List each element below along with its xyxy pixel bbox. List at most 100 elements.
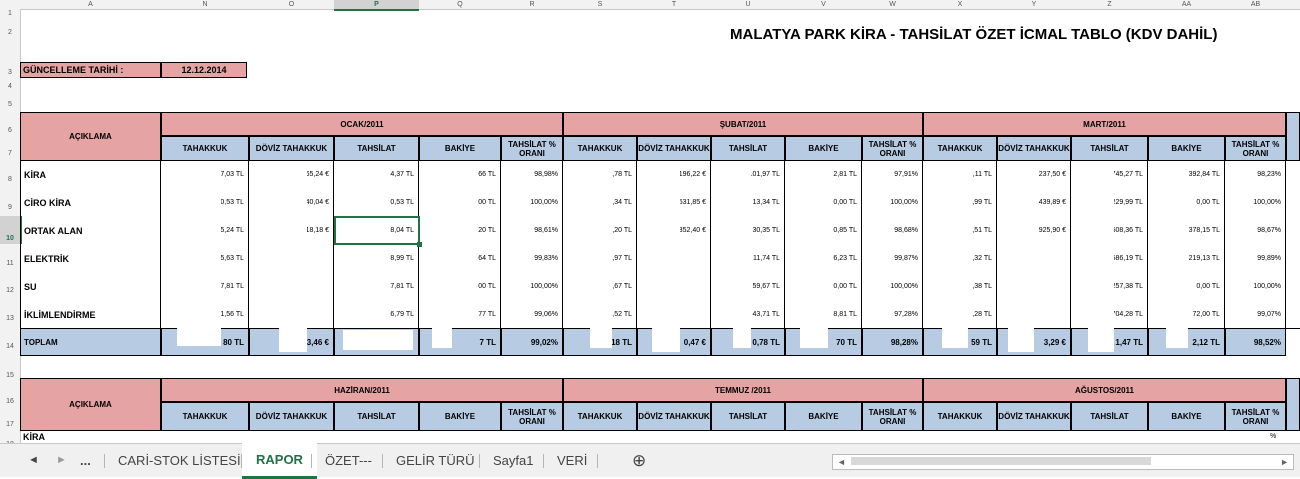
row-header-16[interactable]: 16 (0, 397, 20, 406)
subheader: TAHSİLAT (334, 136, 419, 161)
col-header-v[interactable]: V (785, 0, 862, 9)
data-cell[interactable]: 100,00% (862, 189, 923, 217)
total-cell[interactable]: 98,52% (1225, 328, 1286, 356)
subheader: TAHSİLAT % ORANI (862, 136, 923, 161)
col-header-o[interactable]: O (249, 0, 334, 9)
row-label: İKLİMLENDİRME (20, 301, 161, 329)
sheet-tab-bar: ◄ ► ... CARİ-STOK LİSTESİ RAPOR ÖZET--- … (0, 443, 1300, 479)
subheader-2: DÖVİZ TAHAKKUK (997, 402, 1071, 431)
scroll-right-arrow-icon[interactable]: ► (1280, 455, 1289, 469)
col-header-t[interactable]: T (637, 0, 711, 9)
row-header-12[interactable]: 12 (0, 286, 20, 295)
tab-sayfa1[interactable]: Sayfa1 (479, 444, 547, 477)
subheader: TAHSİLAT % ORANI (501, 136, 563, 161)
row-header-14[interactable]: 14 (0, 342, 20, 351)
scroll-left-arrow-icon[interactable]: ◄ (837, 455, 846, 469)
row-header-10[interactable]: 10 (0, 234, 20, 243)
row-header-15[interactable]: 15 (0, 371, 20, 380)
col-header-aa[interactable]: AA (1148, 0, 1225, 9)
data-cell[interactable]: 100,00% (501, 273, 563, 301)
data-cell[interactable]: 98,61% (501, 217, 563, 245)
row-label: ELEKTRİK (20, 245, 161, 273)
row-header-7[interactable]: 7 (0, 149, 20, 158)
redaction-mask (432, 168, 452, 348)
row-header-2[interactable]: 2 (0, 28, 20, 37)
redaction-mask (1166, 168, 1188, 348)
data-cell[interactable]: 99,07% (1225, 301, 1286, 329)
month-header: ŞUBAT/2011 (563, 112, 923, 136)
row-header-17[interactable]: 17 (0, 420, 20, 429)
subheader: TAHAKKUK (161, 136, 249, 161)
row-header-4[interactable]: 4 (0, 82, 20, 91)
add-sheet-icon[interactable]: ⊕ (618, 444, 660, 477)
tab-veri[interactable]: VERİ (543, 444, 601, 477)
aciklama-header: AÇIKLAMA (20, 112, 161, 161)
row-header-5[interactable]: 5 (0, 100, 20, 109)
col-header-r[interactable]: R (501, 0, 563, 9)
aciklama-header-2: AÇIKLAMA (20, 378, 161, 431)
col-header-ab[interactable]: AB (1225, 0, 1286, 9)
data-cell[interactable]: 98,67% (1225, 217, 1286, 245)
tab-rapor[interactable]: RAPOR (242, 443, 317, 479)
tab-more-button[interactable]: ... (66, 444, 105, 477)
subheader: TAHSİLAT % ORANI (1225, 136, 1286, 161)
update-date-value[interactable]: 12.12.2014 (161, 62, 247, 78)
subheader: DÖVİZ TAHAKKUK (637, 136, 711, 161)
tab-gelir-turu[interactable]: GELİR TÜRÜ (382, 444, 489, 477)
redaction-mask (733, 168, 751, 348)
tab-separator (597, 454, 598, 468)
col-header-s[interactable]: S (563, 0, 637, 9)
col-header-p[interactable]: P (334, 0, 419, 9)
next-month-header-partial (1286, 112, 1300, 161)
data-cell[interactable]: 99,87% (862, 245, 923, 273)
data-cell[interactable]: 98,98% (501, 161, 563, 189)
data-cell[interactable]: 100,00% (1225, 189, 1286, 217)
data-cell[interactable]: 99,89% (1225, 245, 1286, 273)
col-header-y[interactable]: Y (997, 0, 1071, 9)
row-header-6[interactable]: 6 (0, 126, 20, 135)
subheader-2: TAHAKKUK (161, 402, 249, 431)
data-cell[interactable]: 97,91% (862, 161, 923, 189)
row-label-2: KİRA (23, 432, 45, 442)
row-header-3[interactable]: 3 (0, 68, 20, 77)
data-cell[interactable]: 97,28% (862, 301, 923, 329)
row-header-11[interactable]: 11 (0, 259, 20, 268)
redaction-mask (942, 168, 968, 348)
scrollbar-thumb[interactable] (851, 457, 1151, 465)
redaction-mask (590, 168, 612, 348)
subheader: DÖVİZ TAHAKKUK (997, 136, 1071, 161)
subheader-2: TAHSİLAT % ORANI (1225, 402, 1286, 431)
col-header-n[interactable]: N (161, 0, 249, 9)
subheader: TAHSİLAT (1071, 136, 1148, 161)
subheader-2: TAHSİLAT (334, 402, 419, 431)
data-cell[interactable]: 99,06% (501, 301, 563, 329)
data-cell[interactable]: 98,23% (1225, 161, 1286, 189)
subheader-2: TAHSİLAT (711, 402, 785, 431)
month-header-2: TEMMUZ /2011 (563, 378, 923, 402)
col-header-w[interactable]: W (862, 0, 923, 9)
column-header-bar: A N O P Q R S T U V W X Y Z AA AB (0, 0, 1300, 11)
col-header-z[interactable]: Z (1071, 0, 1148, 9)
subheader-2: BAKİYE (419, 402, 501, 431)
next-month-header-partial-2 (1286, 378, 1300, 431)
horizontal-scrollbar[interactable]: ◄ ► (832, 454, 1294, 470)
data-cell[interactable]: 98,68% (862, 217, 923, 245)
fill-handle[interactable] (417, 242, 422, 247)
col-header-a[interactable]: A (20, 0, 161, 9)
col-header-x[interactable]: X (923, 0, 997, 9)
data-cell[interactable]: 100,00% (1225, 273, 1286, 301)
col-header-u[interactable]: U (711, 0, 785, 9)
row-header-9[interactable]: 9 (0, 203, 20, 212)
data-cell[interactable]: 100,00% (501, 189, 563, 217)
active-cell-selection[interactable] (334, 216, 420, 245)
col-header-q[interactable]: Q (419, 0, 501, 9)
tab-ozet[interactable]: ÖZET--- (311, 444, 386, 477)
row-header-1[interactable]: 1 (0, 9, 20, 18)
row-header-13[interactable]: 13 (0, 314, 20, 323)
data-cell[interactable]: 99,83% (501, 245, 563, 273)
row-header-8[interactable]: 8 (0, 175, 20, 184)
total-cell[interactable]: 98,28% (862, 328, 923, 356)
data-cell[interactable]: 100,00% (862, 273, 923, 301)
tab-cari-stok[interactable]: CARİ-STOK LİSTESİ (104, 444, 255, 477)
total-cell[interactable]: 99,02% (501, 328, 563, 356)
